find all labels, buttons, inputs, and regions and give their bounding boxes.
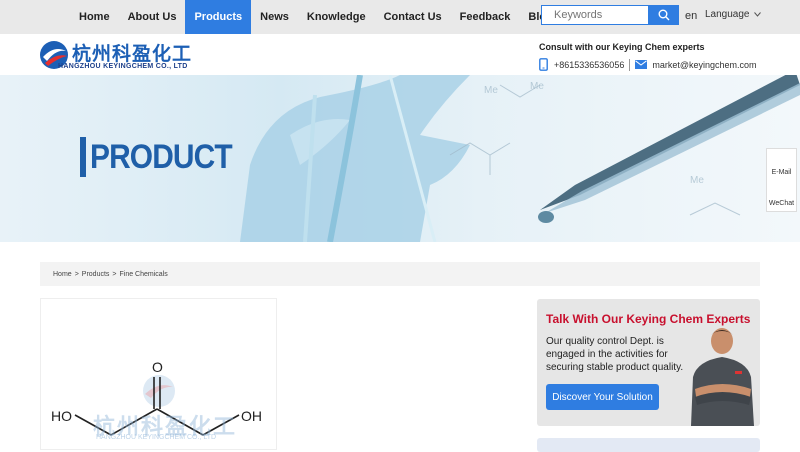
- site-logo[interactable]: 杭州科盈化工 HANGZHOU KEYINGCHEM CO., LTD: [38, 39, 208, 73]
- nav-item-contact-us[interactable]: Contact Us: [375, 0, 451, 34]
- main-nav: Home About Us Products News Knowledge Co…: [70, 0, 562, 34]
- contact-row: +8615336536056 market@keyingchem.com: [539, 58, 757, 71]
- svg-text:Me: Me: [484, 85, 498, 96]
- site-header: 杭州科盈化工 HANGZHOU KEYINGCHEM CO., LTD Cons…: [0, 34, 800, 75]
- nav-item-products[interactable]: Products: [185, 0, 252, 34]
- structure-label-top: O: [152, 359, 163, 375]
- nav-item-feedback[interactable]: Feedback: [451, 0, 520, 34]
- expert-portrait: [691, 328, 754, 426]
- email-address[interactable]: market@keyingchem.com: [652, 60, 756, 70]
- banner-title-bar: [80, 137, 86, 177]
- search-icon: [658, 9, 670, 21]
- product-image[interactable]: O HO OH 杭州科盈化工 HANGZHOU KEYINGCHEM CO., …: [40, 298, 277, 450]
- side-contact-float: E-Mail WeChat: [766, 148, 797, 212]
- side-wechat-button[interactable]: WeChat: [767, 180, 796, 211]
- consult-text: Consult with our Keying Chem experts: [539, 42, 705, 52]
- chevron-down-icon: [753, 12, 761, 17]
- search-input[interactable]: [541, 5, 649, 25]
- structure-label-right: OH: [241, 408, 262, 424]
- watermark-en-text: HANGZHOU KEYINGCHEM CO., LTD: [96, 434, 217, 441]
- discover-solution-button[interactable]: Discover Your Solution: [546, 384, 659, 410]
- experts-card: Talk With Our Keying Chem Experts Our qu…: [537, 299, 760, 426]
- phone-icon: [539, 58, 548, 71]
- breadcrumb-current[interactable]: Fine Chemicals: [120, 271, 168, 278]
- nav-item-knowledge[interactable]: Knowledge: [298, 0, 375, 34]
- side-email-button[interactable]: E-Mail: [767, 149, 796, 180]
- nav-item-news[interactable]: News: [251, 0, 298, 34]
- structure-label-left: HO: [51, 408, 72, 424]
- breadcrumb-home[interactable]: Home: [53, 271, 72, 278]
- search-button[interactable]: [649, 5, 679, 25]
- language-label: Language: [705, 9, 750, 20]
- breadcrumb-separator: >: [74, 270, 79, 278]
- banner-title-text: PRODUCT: [90, 137, 233, 176]
- experts-description: Our quality control Dept. is engaged in …: [546, 336, 684, 373]
- contact-divider: [629, 58, 631, 71]
- language-select[interactable]: Language: [705, 9, 761, 20]
- logo-cn-text: 杭州科盈化工: [72, 43, 193, 65]
- svg-text:Me: Me: [530, 81, 544, 92]
- phone-number[interactable]: +8615336536056: [554, 60, 624, 70]
- lang-code: en: [685, 10, 698, 22]
- svg-text:Me: Me: [690, 175, 704, 186]
- experts-title: Talk With Our Keying Chem Experts: [546, 312, 751, 326]
- banner-title: PRODUCT: [80, 137, 251, 177]
- nav-item-home[interactable]: Home: [70, 0, 119, 34]
- breadcrumb: Home > Products > Fine Chemicals: [40, 262, 760, 286]
- search-box: [541, 5, 679, 25]
- logo-en-text: HANGZHOU KEYINGCHEM CO., LTD: [58, 63, 188, 70]
- page-banner: Me Me Me PRODUCT: [0, 75, 800, 242]
- nav-item-about-us[interactable]: About Us: [119, 0, 186, 34]
- top-nav-bar: Home About Us Products News Knowledge Co…: [0, 0, 800, 34]
- email-icon: [635, 60, 648, 69]
- breadcrumb-separator: >: [112, 270, 117, 278]
- breadcrumb-products[interactable]: Products: [82, 271, 110, 278]
